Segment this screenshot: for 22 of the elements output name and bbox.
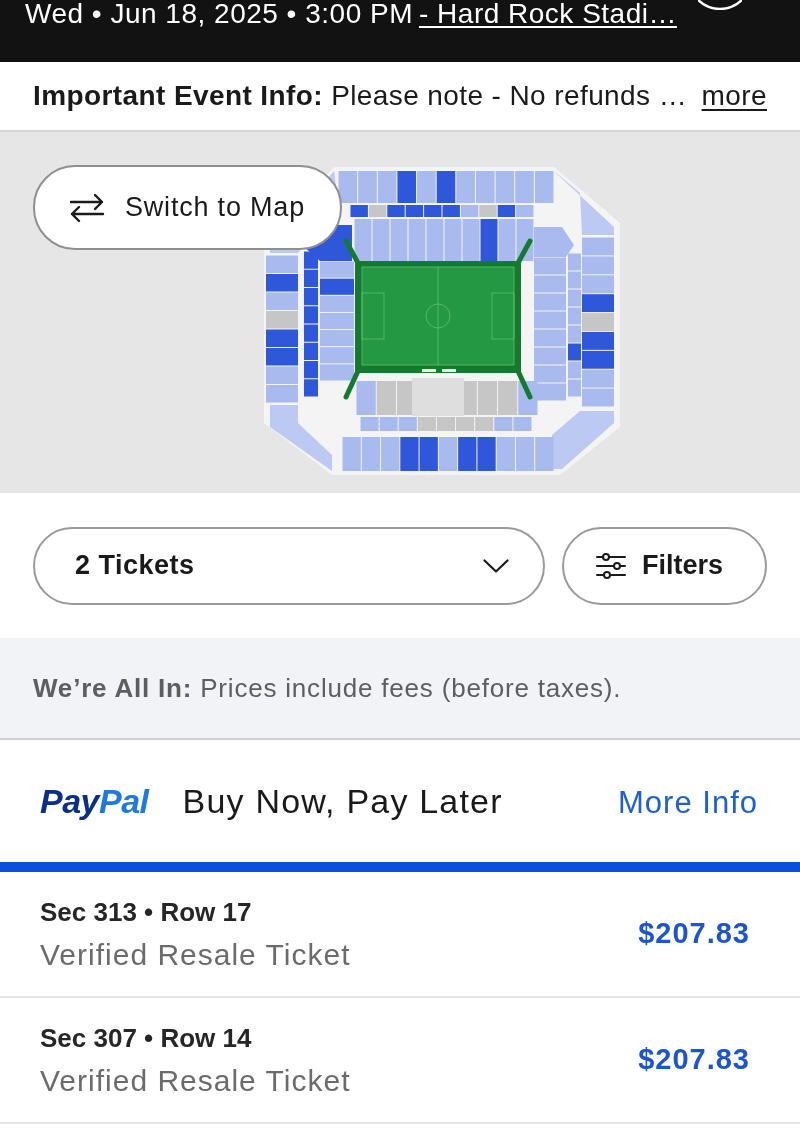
price-text: $207.83	[638, 916, 750, 952]
paypal-logo: PayPal	[40, 780, 149, 822]
pay-later-text: Buy Now, Pay Later	[182, 780, 503, 822]
event-info-text: Important Event Info: Please note - No refunds …	[33, 79, 688, 113]
ticket-listing-row[interactable]: Sec 307 • Row 14 Verified Resale Ticket $207.83	[0, 998, 800, 1124]
ticket-type-text: Verified Resale Ticket	[40, 1064, 351, 1098]
chevron-down-icon	[483, 558, 509, 573]
sliders-icon	[596, 552, 626, 579]
ticket-listing-row[interactable]: Sec 313 • Row 17 Verified Resale Ticket $207.83	[0, 872, 800, 998]
ticket-quantity-dropdown[interactable]: 2 Tickets	[33, 526, 545, 605]
more-link[interactable]: more	[701, 75, 767, 117]
price-text: $207.83	[638, 1042, 750, 1078]
ticket-type-text: Verified Resale Ticket	[40, 938, 351, 972]
event-date-time: Wed • Jun 18, 2025 • 3:00 PM	[25, 0, 413, 28]
venue-link[interactable]: - Hard Rock Stadi…	[419, 0, 677, 28]
section-row-text: Sec 307 • Row 14	[40, 1022, 253, 1054]
filters-button[interactable]: Filters	[562, 526, 767, 605]
section-row-text: Sec 313 • Row 17	[40, 896, 253, 928]
swap-arrows-icon	[69, 192, 105, 223]
more-info-link[interactable]: More Info	[618, 775, 758, 827]
fees-notice-text: We’re All In: Prices include fees (before taxes).	[33, 671, 622, 705]
switch-to-map-button[interactable]: Switch to Map	[33, 165, 342, 250]
